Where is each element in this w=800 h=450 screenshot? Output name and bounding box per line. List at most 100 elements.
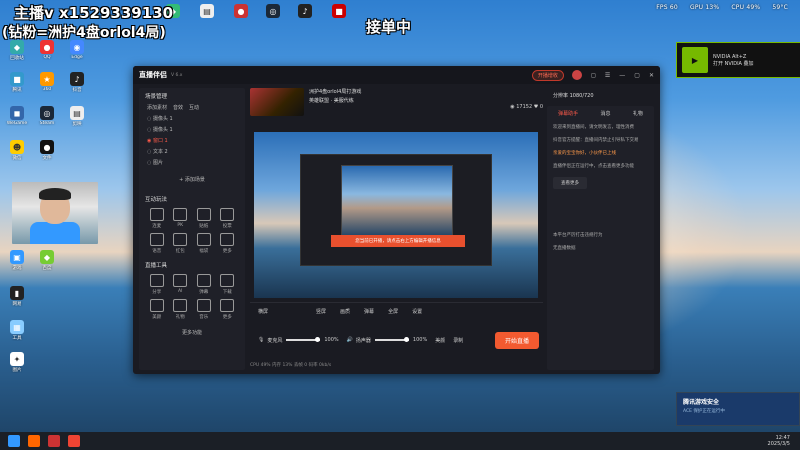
taskbar-app-icon[interactable] xyxy=(68,435,80,447)
tab-interact[interactable]: 互动 xyxy=(189,104,199,111)
screen-icon[interactable]: ◻ xyxy=(591,72,596,79)
slider-knob[interactable] xyxy=(403,337,409,342)
tab-add-source[interactable]: 添加素材 xyxy=(147,104,167,111)
tool-item[interactable]: 更多 xyxy=(218,299,238,320)
interact-item[interactable]: 红包 xyxy=(171,233,191,254)
tool-item[interactable]: 美颜 xyxy=(147,299,167,320)
desktop-icon[interactable]: ◼ WeGame xyxy=(4,106,30,126)
interact-item[interactable]: 更多 xyxy=(218,233,238,254)
tool-item[interactable]: 下载 xyxy=(218,274,238,295)
nvidia-notification[interactable]: ▶ NVIDIA Alt+Z 打开 NVIDIA 叠加 xyxy=(676,42,800,78)
desktop-icon[interactable]: ✦ 图片 xyxy=(4,352,30,373)
desktop-icon[interactable]: ◆ 回收站 xyxy=(4,40,30,61)
tab-gifts[interactable]: 礼物 xyxy=(633,110,643,117)
mic-label: 麦克风 xyxy=(267,337,283,344)
clock-date: 2025/3/5 xyxy=(767,441,790,447)
desktop-icon[interactable]: ● 文件 xyxy=(34,140,60,161)
slider-knob[interactable] xyxy=(315,337,321,342)
stream-cover-thumbnail[interactable] xyxy=(250,88,304,116)
stream-title[interactable]: 洲护4盘orlol4局打游戏 xyxy=(309,88,361,97)
desktop-icon[interactable]: ♪ 抖音 xyxy=(64,72,90,93)
app-icon: ★ xyxy=(40,72,54,86)
desktop-icon[interactable]: ▮ 网易 xyxy=(4,286,30,307)
tool-item[interactable]: 弹幕 xyxy=(194,274,214,295)
system-clock[interactable]: 12:47 2025/3/5 xyxy=(768,435,800,447)
source-row[interactable]: ◌ 摄像头 1 xyxy=(139,124,245,135)
maximize-button[interactable]: ▢ xyxy=(634,72,640,79)
tool-item[interactable]: 礼物 xyxy=(171,299,191,320)
taskbar-app-icon[interactable] xyxy=(48,435,60,447)
taskbar-app-icon[interactable] xyxy=(28,435,40,447)
speaker-volume-slider[interactable] xyxy=(374,337,409,342)
add-scene-button[interactable]: + 添加场景 xyxy=(139,174,245,185)
source-row[interactable]: ◌ 图片 xyxy=(139,157,245,168)
desktop-icon[interactable]: ■ xyxy=(326,4,352,18)
live-preview[interactable]: 您当前已开播，请点击右上方编辑开播信息 xyxy=(254,132,538,298)
interact-item[interactable]: 连麦 xyxy=(147,208,167,229)
desktop-icon[interactable]: ▤ 剪映 xyxy=(64,106,90,127)
desktop-icon[interactable]: ◉ Edge xyxy=(64,40,90,60)
close-button[interactable]: ✕ xyxy=(649,72,654,79)
boost-income-button[interactable]: 开播增收 xyxy=(531,69,564,81)
desktop-icon[interactable]: ◆ 百度 xyxy=(34,250,60,271)
interact-item[interactable]: 投票 xyxy=(218,208,238,229)
avatar[interactable] xyxy=(571,70,582,80)
source-tabs: 添加素材 音效 互动 xyxy=(139,102,245,113)
app-icon: ● xyxy=(40,140,54,154)
desktop-icon[interactable]: ☻ 微信 xyxy=(4,140,30,161)
tab-sound[interactable]: 音效 xyxy=(173,104,183,111)
interact-item[interactable]: 福袋 xyxy=(194,233,214,254)
desktop-icon[interactable]: ▣ 游戏 xyxy=(4,250,30,271)
chat-message: 本平台严厉打击违规行为 xyxy=(553,233,603,238)
app-icon: ▤ xyxy=(200,4,214,18)
record-button[interactable]: 录制 xyxy=(453,337,463,344)
minimize-button[interactable]: — xyxy=(619,72,625,79)
source-row-selected[interactable]: ◉ 窗口 1 xyxy=(139,135,245,146)
start-live-button[interactable]: 开始直播 xyxy=(494,331,539,349)
desktop-icon[interactable]: ● QQ xyxy=(34,40,60,60)
chat-message: 抖音官方提醒：直播间内禁止引导私下交易 xyxy=(553,138,639,143)
live-notice-banner[interactable]: 您当前已开播，请点击右上方编辑开播信息 xyxy=(331,235,465,247)
ace-security-notification[interactable]: 腾讯游戏安全 ACE 保护正在运行中 xyxy=(676,392,800,426)
view-more-button[interactable]: 查看更多 xyxy=(553,177,587,189)
menu-icon[interactable]: ☰ xyxy=(605,72,610,79)
feature-icon xyxy=(149,274,164,287)
toolbar-settings[interactable]: 设置 xyxy=(412,308,422,315)
toolbar-landscape[interactable]: 横屏 xyxy=(258,308,268,315)
mic-volume-slider[interactable] xyxy=(286,337,321,342)
toolbar-fullscreen[interactable]: 全屏 xyxy=(388,308,398,315)
tool-item[interactable]: 分享 xyxy=(147,274,167,295)
desktop-icon[interactable]: ◎ xyxy=(260,4,286,18)
start-icon[interactable] xyxy=(8,435,20,447)
tab-danmaku[interactable]: 弹幕助手 xyxy=(558,110,578,117)
speaker-icon[interactable]: 🔊 xyxy=(347,337,353,343)
source-row[interactable]: ◌ 文本 2 xyxy=(139,146,245,157)
beauty-button[interactable]: 美颜 xyxy=(435,337,445,344)
tool-item[interactable]: 音乐 xyxy=(194,299,214,320)
more-features-button[interactable]: 更多功能 xyxy=(139,327,245,338)
interact-item[interactable]: PK xyxy=(171,208,191,229)
interact-item[interactable]: 贴纸 xyxy=(194,208,214,229)
desktop-icon[interactable]: ★ 360 xyxy=(34,72,60,92)
scene-title[interactable]: 场景管理 xyxy=(139,88,245,102)
desktop-icon[interactable]: ▦ 工具 xyxy=(4,320,30,341)
stream-category[interactable]: 英雄联盟 · 美服代练 xyxy=(309,97,361,106)
interact-item[interactable]: 语音 xyxy=(147,233,167,254)
tab-messages[interactable]: 消息 xyxy=(600,110,610,117)
streamer-contact-overlay: 主播v x1529339130 xyxy=(14,4,174,22)
desktop-icon[interactable]: ■ 腾讯 xyxy=(4,72,30,93)
app-icon: ◆ xyxy=(40,250,54,264)
toolbar-quality[interactable]: 画质 xyxy=(340,308,350,315)
toolbar-danmaku[interactable]: 弹幕 xyxy=(364,308,374,315)
source-row[interactable]: ◌ 摄像头 1 xyxy=(139,113,245,124)
desktop-icon[interactable]: ● xyxy=(228,4,254,18)
tool-item[interactable]: AI xyxy=(171,274,191,295)
mic-icon[interactable]: 🎙 xyxy=(258,337,264,343)
chat-message: 直播伴侣正在运行中，点击查看更多功能 xyxy=(553,164,634,169)
app-icon: ♪ xyxy=(298,4,312,18)
desktop-icon[interactable]: ♪ xyxy=(292,4,318,18)
streaming-app-window: 直播伴侣 V 6.x 开播增收 ◻ ☰ — ▢ ✕ 场景管理 添加素材 音效 互… xyxy=(133,66,660,374)
desktop-icon[interactable]: ▤ xyxy=(194,4,220,18)
toolbar-portrait[interactable]: 竖屏 xyxy=(316,308,326,315)
desktop-icon[interactable]: ◎ Steam xyxy=(34,106,60,126)
